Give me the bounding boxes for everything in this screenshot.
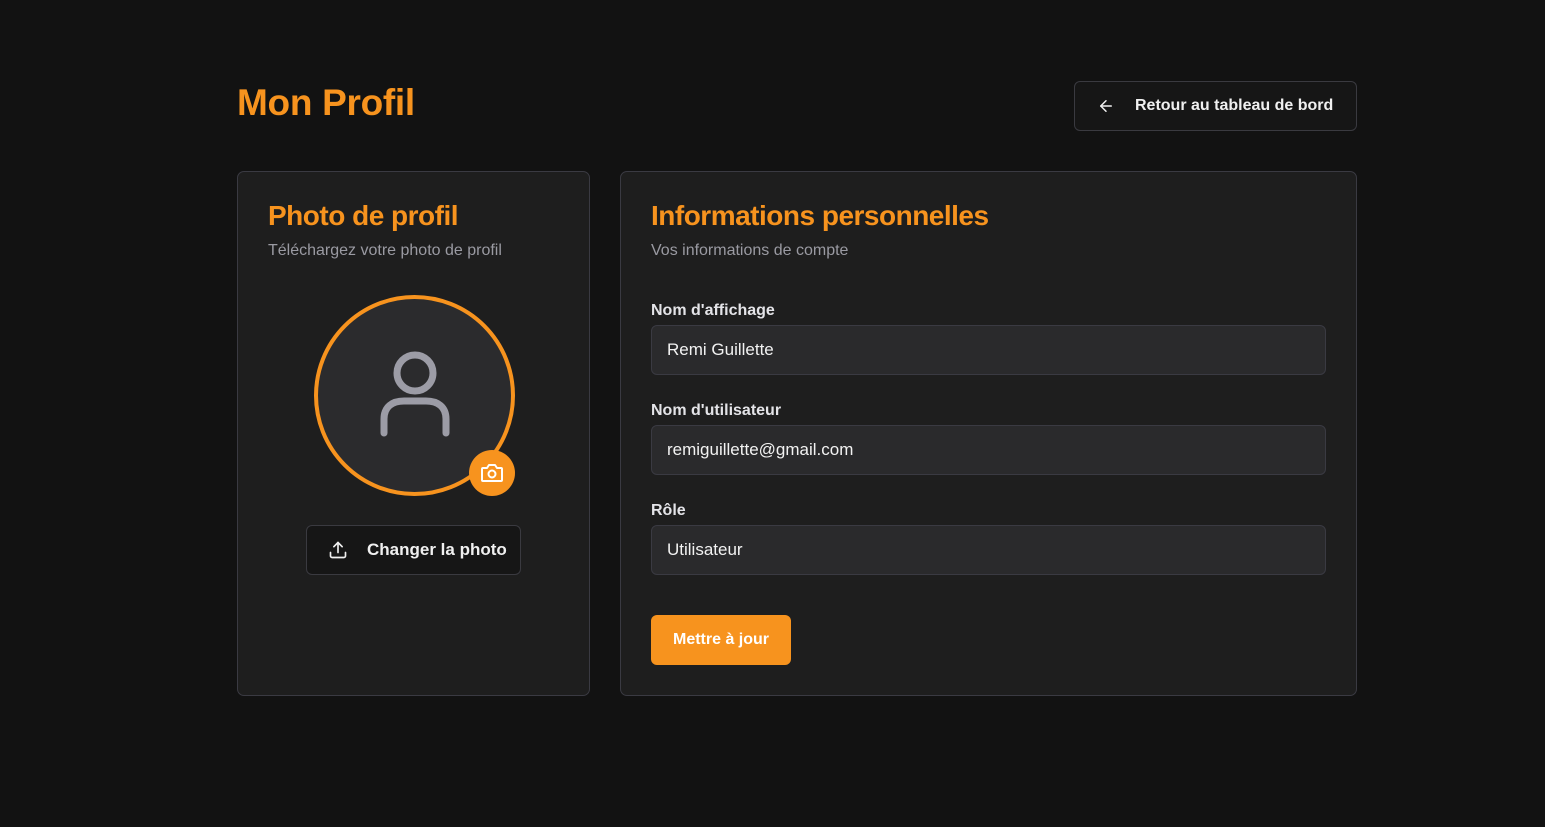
back-button-label: Retour au tableau de bord <box>1135 97 1334 114</box>
role-label: Rôle <box>651 502 686 519</box>
back-to-dashboard-button[interactable]: Retour au tableau de bord <box>1074 81 1357 131</box>
upload-icon <box>329 541 347 559</box>
page-title: Mon Profil <box>237 82 415 123</box>
info-card-subtitle: Vos informations de compte <box>651 242 849 259</box>
change-photo-button[interactable]: Changer la photo <box>306 525 521 575</box>
personal-info-card: Informations personnelles Vos informatio… <box>620 171 1357 696</box>
role-input[interactable] <box>651 525 1326 575</box>
username-input[interactable] <box>651 425 1326 475</box>
change-photo-label: Changer la photo <box>367 540 507 559</box>
display-name-input[interactable] <box>651 325 1326 375</box>
photo-card-subtitle: Téléchargez votre photo de profil <box>268 242 502 259</box>
username-label: Nom d'utilisateur <box>651 402 782 419</box>
display-name-label: Nom d'affichage <box>651 302 775 319</box>
update-button[interactable]: Mettre à jour <box>651 615 791 665</box>
camera-upload-button[interactable] <box>469 450 515 496</box>
profile-photo-card: Photo de profil Téléchargez votre photo … <box>237 171 590 696</box>
user-icon <box>380 351 449 436</box>
arrow-left-icon <box>1100 100 1112 112</box>
photo-card-title: Photo de profil <box>268 200 459 231</box>
camera-icon <box>481 464 503 482</box>
info-card-title: Informations personnelles <box>651 200 989 231</box>
